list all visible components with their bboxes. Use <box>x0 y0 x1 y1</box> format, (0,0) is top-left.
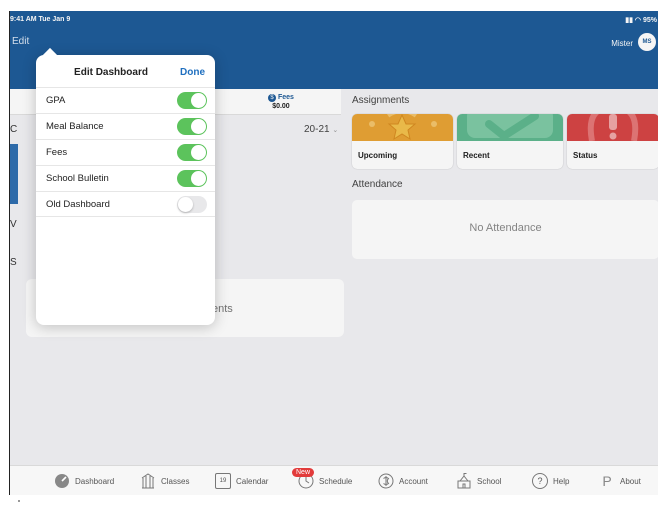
widget-name: Old Dashboard <box>46 199 110 210</box>
done-button[interactable]: Done <box>180 67 205 78</box>
account-icon <box>378 473 394 489</box>
tab-label: Schedule <box>319 476 353 486</box>
widget-row-school-bulletin: School Bulletin <box>36 165 215 191</box>
outer-frame <box>0 0 9 515</box>
tab-label: Calendar <box>236 476 269 486</box>
toggle-knob <box>178 197 193 212</box>
tab-about[interactable]: P About <box>599 473 641 489</box>
school-bulletin-toggle[interactable] <box>177 170 207 187</box>
widget-name: Fees <box>46 147 68 158</box>
gpa-toggle[interactable] <box>177 92 207 109</box>
help-glyph: ? <box>537 476 543 486</box>
about-glyph: P <box>602 473 612 489</box>
tab-label: Help <box>553 476 570 486</box>
toggle-knob <box>191 119 206 134</box>
widget-name: Meal Balance <box>46 121 104 132</box>
tab-label: About <box>620 476 641 486</box>
old-dashboard-toggle[interactable] <box>177 196 207 213</box>
toggle-knob <box>191 145 206 160</box>
fees-toggle[interactable] <box>177 144 207 161</box>
edit-dashboard-popover: Edit Dashboard Done GPA Meal Balance Fee… <box>36 47 215 325</box>
dashboard-icon <box>54 473 70 489</box>
tab-calendar[interactable]: 19 Calendar <box>215 473 268 489</box>
tab-dashboard[interactable]: Dashboard <box>54 473 114 489</box>
widget-row-meal-balance: Meal Balance <box>36 113 215 139</box>
page-dot <box>18 500 20 502</box>
tab-account[interactable]: Account <box>378 473 428 489</box>
widget-name: GPA <box>46 95 66 106</box>
tab-label: Dashboard <box>75 476 115 486</box>
about-icon: P <box>599 473 615 489</box>
new-badge: New <box>292 468 315 477</box>
calendar-day: 19 <box>219 478 227 484</box>
tab-label: Account <box>399 476 428 486</box>
toggle-knob <box>191 93 206 108</box>
widget-name: School Bulletin <box>46 173 109 184</box>
classes-icon <box>140 473 156 489</box>
tab-bar: Dashboard Classes 19 Calendar Schedule A… <box>10 465 658 495</box>
tab-classes[interactable]: Classes <box>140 473 189 489</box>
tab-help[interactable]: ? Help <box>532 473 569 489</box>
widget-row-old-dashboard: Old Dashboard <box>36 191 215 217</box>
tab-label: Classes <box>161 476 190 486</box>
school-icon <box>456 473 472 489</box>
tab-school[interactable]: School <box>456 473 501 489</box>
ipad-screen: 9:41 AM Tue Jan 9 ▮▮ ◠ 95% Edit Mister M… <box>9 11 658 495</box>
popover-title: Edit Dashboard <box>74 67 148 78</box>
help-icon: ? <box>532 473 548 489</box>
meal-balance-toggle[interactable] <box>177 118 207 135</box>
toggle-knob <box>191 171 206 186</box>
dashboard-widget-list: GPA Meal Balance Fees School Bulletin Ol… <box>36 87 215 217</box>
tab-label: School <box>477 476 502 486</box>
widget-row-fees: Fees <box>36 139 215 165</box>
widget-row-gpa: GPA <box>36 87 215 113</box>
calendar-icon: 19 <box>215 473 231 489</box>
